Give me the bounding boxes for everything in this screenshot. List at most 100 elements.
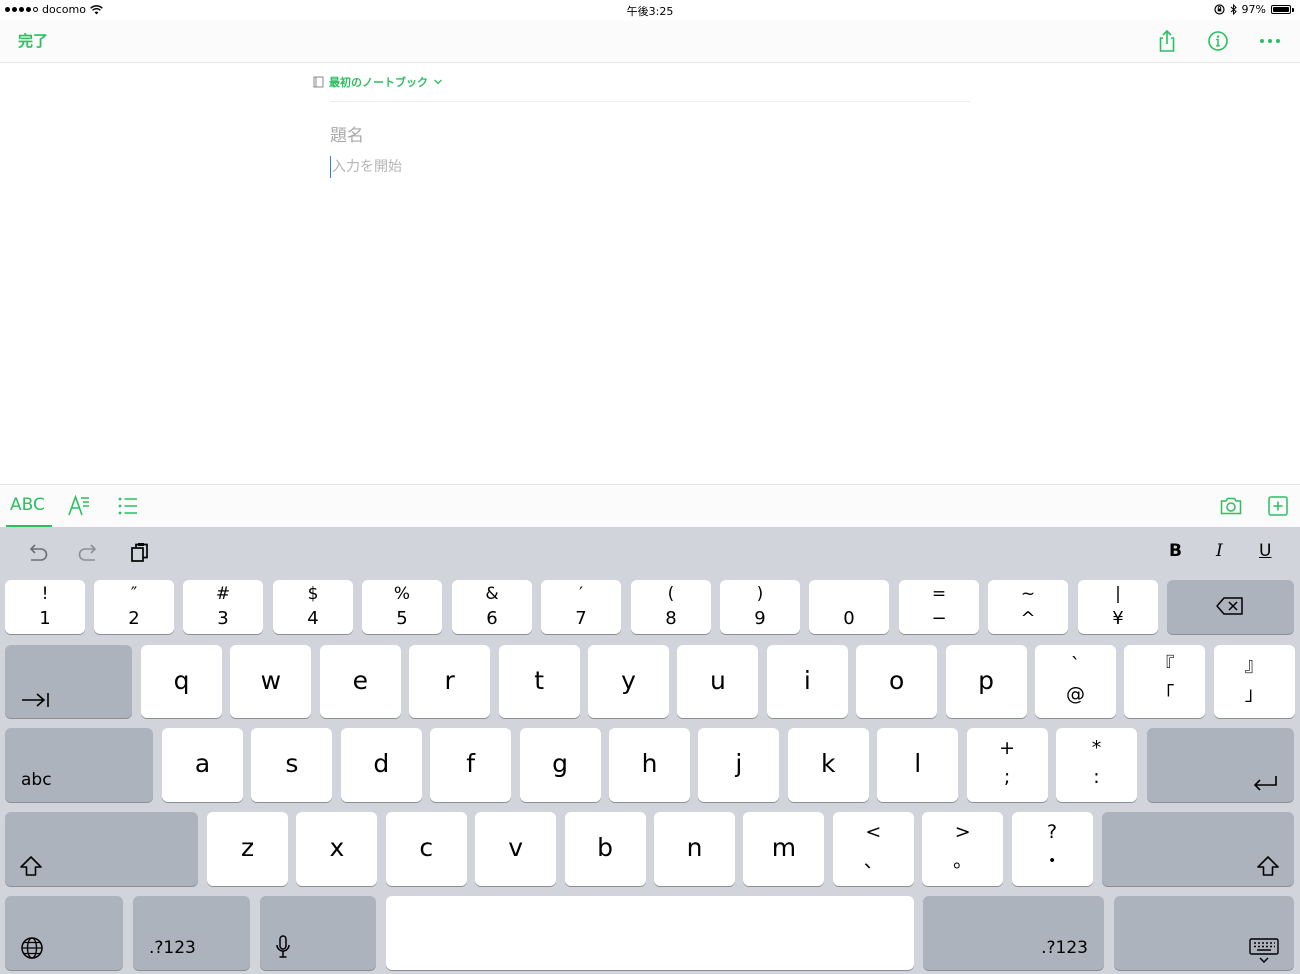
key-v[interactable]: v	[475, 812, 557, 886]
list-icon[interactable]	[116, 494, 140, 518]
number-key-13[interactable]: | ¥	[1078, 580, 1158, 634]
key-n[interactable]: n	[654, 812, 735, 886]
note-title-input[interactable]	[330, 124, 970, 148]
paste-icon[interactable]	[127, 539, 153, 565]
symbol-key-2[interactable]: *:	[1056, 728, 1137, 802]
underline-button[interactable]: U	[1259, 541, 1271, 561]
key-label: r	[444, 666, 455, 695]
status-time: 午後3:25	[626, 5, 674, 18]
key-number: 5	[396, 608, 408, 629]
abc-key[interactable]: abc	[5, 728, 153, 802]
symbol-key-1[interactable]: +;	[966, 728, 1048, 802]
tab-key[interactable]	[5, 645, 132, 718]
symbol-key-2[interactable]: 『「	[1124, 645, 1206, 718]
key-label: t	[534, 666, 544, 695]
key-m[interactable]: m	[743, 812, 825, 886]
italic-button[interactable]: I	[1216, 541, 1223, 561]
notebook-selector[interactable]: 最初のノートブック	[313, 74, 443, 90]
key-t[interactable]: t	[498, 645, 580, 718]
key-x[interactable]: x	[296, 812, 378, 886]
key-label: s	[285, 749, 299, 778]
shift-icon	[20, 856, 42, 876]
share-icon[interactable]	[1154, 28, 1180, 54]
number-key-9[interactable]: ) 9	[720, 580, 800, 634]
key-y[interactable]: y	[588, 645, 669, 718]
number-key-6[interactable]: & 6	[452, 580, 532, 634]
key-shift-symbol: ″	[130, 584, 138, 604]
number-key-1[interactable]: ! 1	[5, 580, 85, 634]
abc-keyboard-tab[interactable]: ABC	[10, 495, 45, 515]
symbol-key-2[interactable]: >。	[922, 812, 1004, 886]
key-k[interactable]: k	[787, 728, 869, 802]
key-c[interactable]: c	[385, 812, 467, 886]
space-key[interactable]	[386, 896, 914, 970]
redo-icon[interactable]	[76, 539, 102, 565]
numbers-key-label: .?123	[1041, 938, 1088, 958]
right-shift-key[interactable]	[1102, 812, 1294, 886]
note-body-input[interactable]	[330, 156, 970, 178]
key-shift-symbol: ?	[1047, 821, 1058, 843]
symbol-key-1[interactable]: ` @	[1035, 645, 1116, 718]
orientation-lock-icon	[1213, 4, 1225, 15]
key-w[interactable]: w	[230, 645, 312, 718]
number-key-3[interactable]: #3	[183, 580, 263, 634]
numbers-key-left[interactable]: .?123	[133, 896, 250, 970]
number-key-12[interactable]: ~ ^	[988, 580, 1068, 634]
dismiss-keyboard-key[interactable]	[1114, 896, 1294, 970]
number-key-7[interactable]: ′ 7	[541, 580, 621, 634]
key-number: 7	[575, 608, 587, 629]
key-symbol: 「	[1155, 683, 1175, 705]
delete-key[interactable]	[1167, 580, 1294, 634]
number-key-2[interactable]: ″ 2	[94, 580, 174, 634]
key-o[interactable]: o	[856, 645, 938, 718]
key-shift-symbol: 』	[1244, 654, 1264, 676]
left-shift-key[interactable]	[5, 812, 198, 886]
key-shift-symbol: |	[1115, 584, 1121, 604]
symbol-key-1[interactable]: <、	[832, 812, 914, 886]
key-e[interactable]: e	[319, 645, 401, 718]
key-l[interactable]: l	[877, 728, 959, 802]
key-j[interactable]: j	[698, 728, 780, 802]
key-label: o	[889, 666, 905, 695]
notebook-name: 最初のノートブック	[329, 76, 428, 89]
camera-icon[interactable]	[1219, 494, 1243, 518]
key-a[interactable]: a	[162, 728, 243, 802]
key-z[interactable]: z	[207, 812, 288, 886]
bold-button[interactable]: B	[1169, 541, 1182, 561]
number-key-8[interactable]: (8	[631, 580, 711, 634]
undo-icon[interactable]	[24, 539, 50, 565]
key-f[interactable]: f	[430, 728, 512, 802]
add-attachment-icon[interactable]	[1266, 494, 1290, 518]
number-key-0[interactable]: 0	[809, 580, 889, 634]
symbol-key-3[interactable]: 』」	[1213, 645, 1295, 718]
key-p[interactable]: p	[945, 645, 1027, 718]
key-symbol: @	[1066, 683, 1085, 705]
text-format-icon[interactable]	[67, 494, 91, 518]
globe-key[interactable]	[5, 896, 123, 970]
key-r[interactable]: r	[409, 645, 491, 718]
key-number: 3	[217, 608, 229, 629]
number-key-5[interactable]: % 5	[362, 580, 442, 634]
key-b[interactable]: b	[564, 812, 646, 886]
key-s[interactable]: s	[251, 728, 333, 802]
key-u[interactable]: u	[677, 645, 759, 718]
numbers-key-right[interactable]: .?123	[923, 896, 1104, 970]
symbol-key-3[interactable]: ? ・	[1011, 812, 1093, 886]
dictation-key[interactable]	[260, 896, 376, 970]
more-icon[interactable]	[1257, 28, 1283, 54]
key-i[interactable]: i	[766, 645, 848, 718]
key-d[interactable]: d	[340, 728, 422, 802]
info-icon[interactable]	[1205, 28, 1231, 54]
return-key[interactable]	[1147, 728, 1294, 802]
key-shift-symbol: ~	[1020, 584, 1036, 604]
done-button[interactable]: 完了	[18, 30, 48, 51]
key-number: 9	[754, 608, 766, 629]
key-q[interactable]: q	[141, 645, 222, 718]
key-label: x	[329, 833, 345, 862]
key-number: 4	[307, 608, 319, 629]
number-key-4[interactable]: $4	[273, 580, 353, 634]
key-number: 0	[843, 608, 855, 629]
key-h[interactable]: h	[609, 728, 690, 802]
key-g[interactable]: g	[519, 728, 601, 802]
number-key-11[interactable]: = −	[899, 580, 979, 634]
